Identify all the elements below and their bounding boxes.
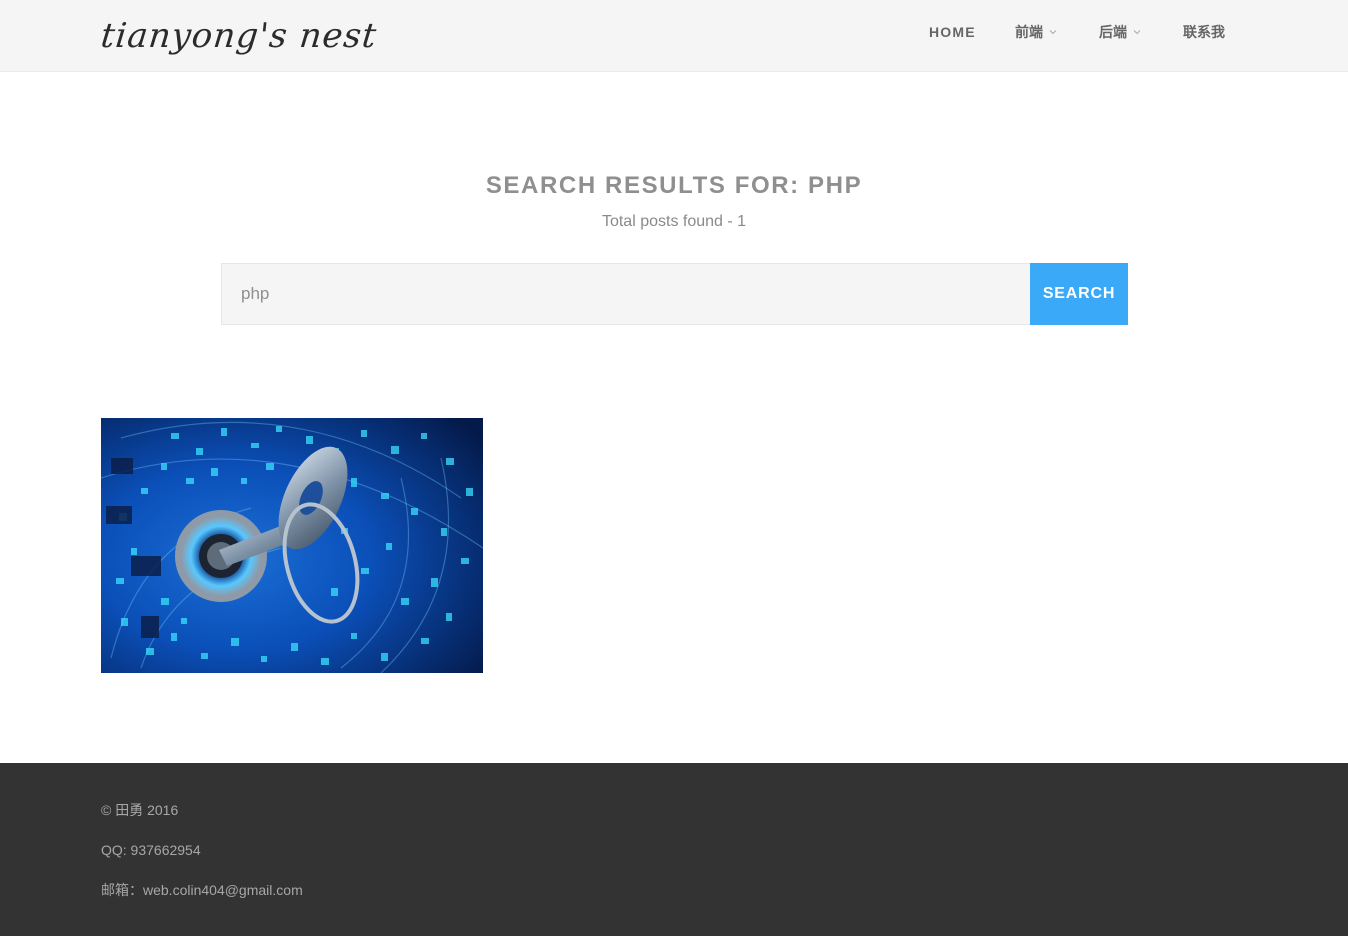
nav-frontend-label: 前端 <box>1015 24 1043 40</box>
search-results-title: SEARCH RESULTS FOR: PHP <box>485 172 863 199</box>
search-button[interactable]: SEARCH <box>1030 263 1128 325</box>
result-post-thumbnail[interactable] <box>101 418 483 673</box>
footer-email-link[interactable]: web.colin404@gmail.com <box>143 882 303 898</box>
site-logo[interactable]: tianyong's nest <box>99 14 379 58</box>
site-header: tianyong's nest HOME 前端 后端 联系我 <box>0 0 1348 72</box>
nav-backend-dropdown[interactable]: 后端 <box>1099 22 1142 42</box>
nav-backend-label: 后端 <box>1099 24 1127 40</box>
nav-home[interactable]: HOME <box>929 22 976 42</box>
nav-home-label: HOME <box>929 24 976 40</box>
footer-copyright: © 田勇 2016 <box>101 802 179 818</box>
key-lock-image <box>101 418 483 673</box>
chevron-down-icon <box>1132 27 1142 37</box>
footer-qq: QQ: 937662954 <box>101 842 201 858</box>
site-footer: © 田勇 2016 QQ: 937662954 邮箱：web.colin404@… <box>0 763 1348 936</box>
nav-frontend-dropdown[interactable]: 前端 <box>1015 22 1058 42</box>
nav-contact-label: 联系我 <box>1183 24 1225 40</box>
footer-email-label: 邮箱： <box>101 882 143 898</box>
search-input[interactable] <box>221 263 1030 325</box>
chevron-down-icon <box>1048 27 1058 37</box>
nav-contact[interactable]: 联系我 <box>1183 22 1225 42</box>
footer-email: 邮箱：web.colin404@gmail.com <box>101 880 303 900</box>
results-count: Total posts found - 1 <box>601 213 747 230</box>
